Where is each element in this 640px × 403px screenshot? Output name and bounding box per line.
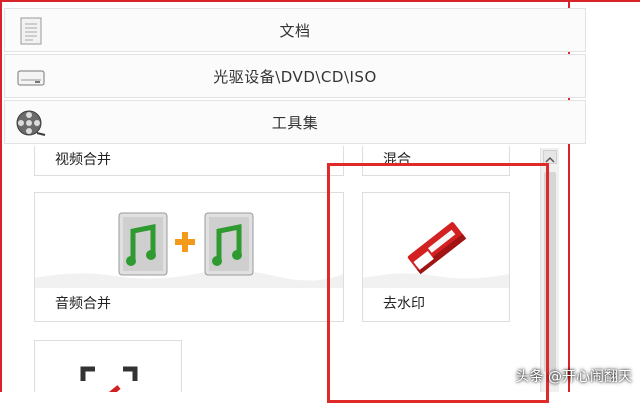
audio-merge-icon (118, 212, 254, 276)
watermark-text: 头条 @开心闹翻天 (515, 369, 632, 385)
category-tools-label: 工具集 (271, 113, 319, 132)
document-icon (15, 15, 47, 47)
frame-left-border (0, 0, 2, 392)
audio-merge-tile[interactable]: 音频合并 (34, 192, 344, 322)
video-merge-label: 视频合并 (55, 152, 111, 168)
category-document[interactable]: 文档 (4, 8, 586, 52)
crop-tile[interactable] (34, 340, 182, 392)
category-tools[interactable]: 工具集 (4, 100, 586, 144)
crop-icon (80, 366, 138, 392)
optical-drive-icon (15, 61, 47, 93)
film-reel-icon (15, 107, 47, 139)
category-optical[interactable]: 光驱设备\DVD\CD\ISO (4, 54, 586, 98)
frame-top-border (0, 0, 640, 2)
video-merge-tile[interactable]: 视频合并 (34, 146, 344, 176)
scroll-up-button[interactable] (543, 150, 557, 164)
category-optical-label: 光驱设备\DVD\CD\ISO (213, 67, 377, 86)
category-document-label: 文档 (279, 21, 311, 40)
audio-merge-label: 音频合并 (55, 296, 111, 312)
